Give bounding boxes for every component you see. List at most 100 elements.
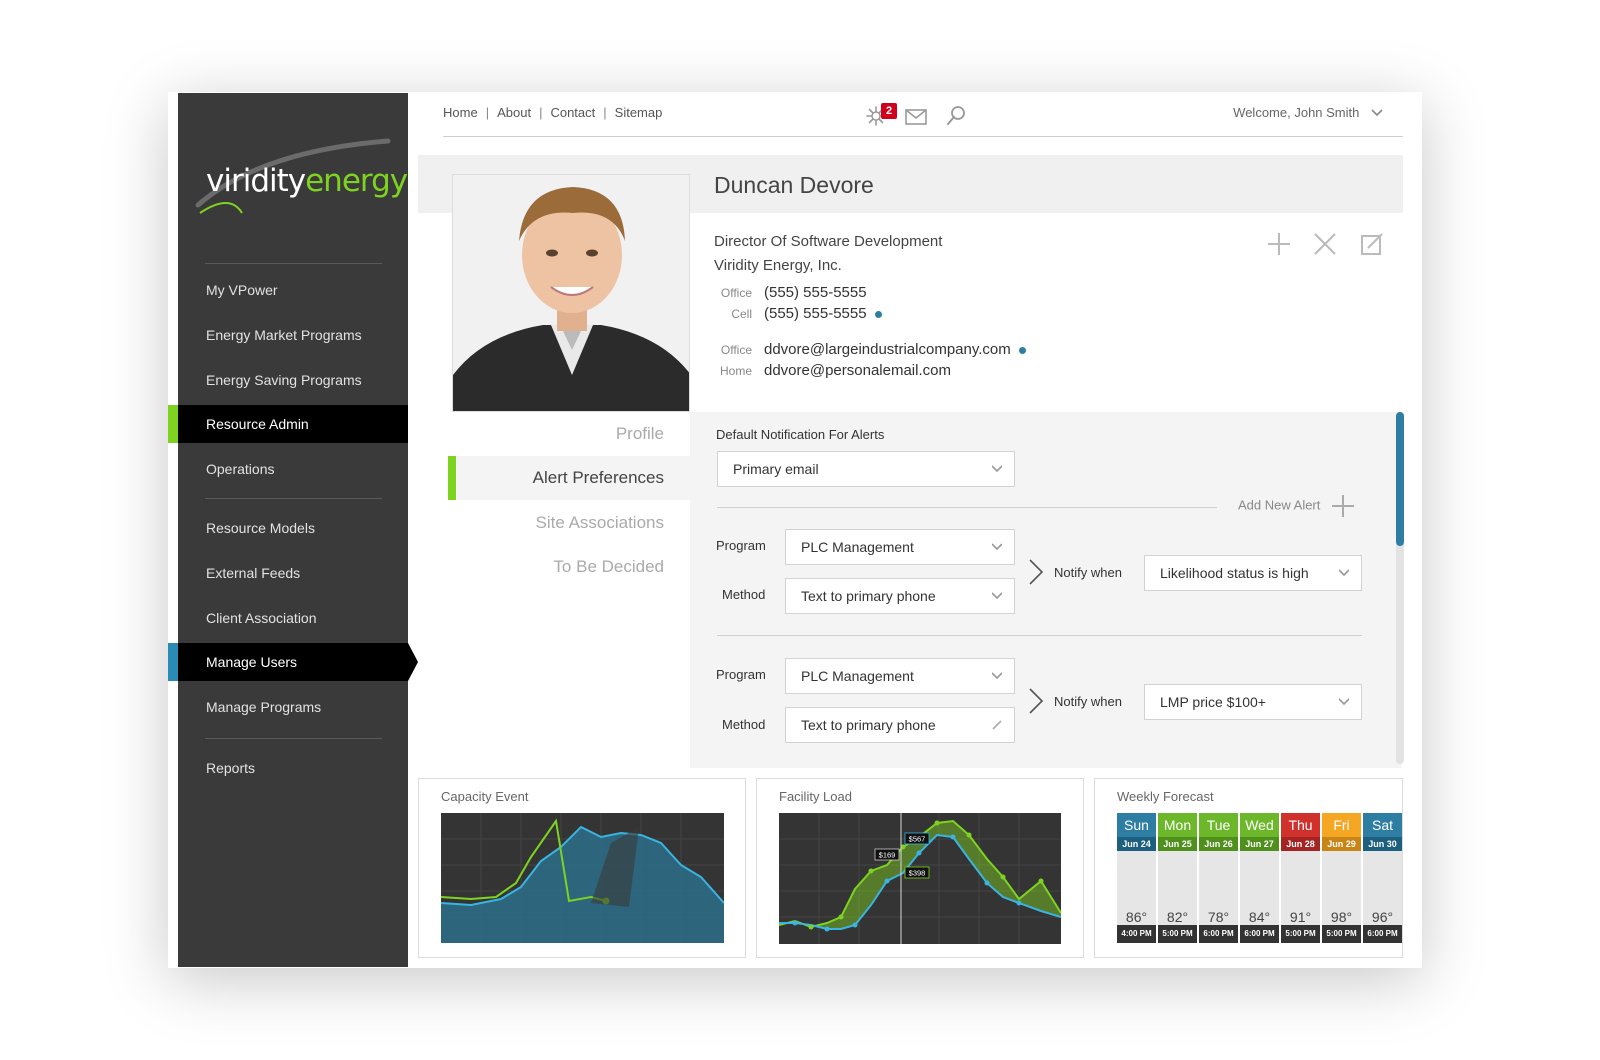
add-icon	[1332, 495, 1354, 517]
forecast-time: 4:00 PM	[1117, 925, 1156, 943]
select-value: PLC Management	[801, 668, 914, 684]
nav-link-sitemap[interactable]: Sitemap	[615, 105, 663, 120]
forecast-day[interactable]: Thu Jun 28 91° 5:00 PM	[1281, 813, 1320, 943]
user-menu[interactable]: Welcome, John Smith	[1233, 105, 1383, 120]
program-select[interactable]: PLC Management	[785, 529, 1015, 565]
sidebar-item-manage-users[interactable]: Manage Users	[168, 643, 418, 681]
phone-office: Office (555) 555-5555	[714, 284, 867, 301]
capacity-chart-svg	[441, 813, 724, 943]
divider	[717, 507, 1217, 508]
active-tab-marker	[448, 456, 456, 500]
nav-link-home[interactable]: Home	[443, 105, 478, 120]
profile-name: Duncan Devore	[714, 172, 874, 198]
email-value[interactable]: ddvore@personalemail.com	[764, 362, 951, 379]
notify-when-select[interactable]: LMP price $100+	[1144, 684, 1362, 720]
forecast-time: 6:00 PM	[1240, 925, 1279, 943]
sidebar-item-label: Resource Admin	[206, 416, 309, 432]
sidebar-item-label: Energy Saving Programs	[206, 372, 362, 388]
sidebar-item-client-association[interactable]: Client Association	[178, 599, 408, 637]
forecast-temp: 82°	[1166, 909, 1189, 925]
sidebar-item-resource-models[interactable]: Resource Models	[178, 509, 408, 547]
forecast-time: 6:00 PM	[1199, 925, 1238, 943]
forecast-temp: 84°	[1248, 909, 1271, 925]
top-nav: Home | About | Contact | Sitemap	[443, 105, 663, 120]
forecast-day[interactable]: Sat Jun 30 96° 6:00 PM	[1363, 813, 1402, 943]
edit-button[interactable]	[1360, 232, 1384, 256]
add-button[interactable]	[1267, 232, 1291, 256]
nav-link-contact[interactable]: Contact	[550, 105, 595, 120]
forecast-temp: 96°	[1371, 909, 1394, 925]
sidebar-item-my-vpower[interactable]: My VPower	[178, 271, 408, 309]
forecast-day[interactable]: Mon Jun 25 82° 5:00 PM	[1158, 813, 1197, 943]
method-label: Method	[722, 717, 766, 732]
facility-chart-svg: $169 $567 $398	[779, 813, 1061, 944]
edit-icon	[1361, 233, 1383, 255]
method-select[interactable]: Text to primary phone	[785, 578, 1015, 614]
forecast-day-name: Wed	[1240, 813, 1279, 837]
forecast-day[interactable]: Fri Jun 29 98° 5:00 PM	[1322, 813, 1361, 943]
forecast-day[interactable]: Wed Jun 27 84° 6:00 PM	[1240, 813, 1279, 943]
email-value[interactable]: ddvore@largeindustrialcompany.com	[764, 341, 1011, 358]
sidebar-item-resource-admin[interactable]: Resource Admin	[168, 405, 408, 443]
forecast-temp: 98°	[1330, 909, 1353, 925]
widget-title: Weekly Forecast	[1117, 789, 1214, 804]
job-title: Director Of Software Development	[714, 233, 943, 250]
tab-label: Site Associations	[535, 513, 664, 532]
select-value: PLC Management	[801, 539, 914, 555]
sidebar-item-label: Resource Models	[206, 520, 315, 536]
forecast-date: Jun 25	[1158, 837, 1197, 851]
facility-load-chart[interactable]: $169 $567 $398	[779, 813, 1061, 944]
tab-profile[interactable]: Profile	[448, 412, 690, 456]
tab-site-associations[interactable]: Site Associations	[448, 501, 690, 545]
scrollbar-thumb[interactable]	[1396, 412, 1404, 546]
forecast-date: Jun 27	[1240, 837, 1279, 851]
logo-text-white: viridity	[206, 163, 306, 199]
method-select[interactable]: Text to primary phone	[785, 707, 1015, 743]
tab-label: Profile	[615, 424, 664, 443]
forecast-date: Jun 30	[1363, 837, 1402, 851]
default-notification-select[interactable]: Primary email	[717, 451, 1015, 487]
panel-scrollbar[interactable]	[1396, 412, 1404, 764]
notify-when-label: Notify when	[1054, 565, 1122, 580]
notify-when-select[interactable]: Likelihood status is high	[1144, 555, 1362, 591]
chevron-down-icon	[1371, 109, 1383, 117]
notification-button[interactable]: 2	[863, 103, 897, 129]
select-value: LMP price $100+	[1160, 694, 1266, 710]
sidebar-item-label: My VPower	[206, 282, 278, 298]
sidebar-divider	[205, 498, 382, 499]
tab-to-be-decided[interactable]: To Be Decided	[448, 545, 690, 589]
program-select[interactable]: PLC Management	[785, 658, 1015, 694]
facility-tag-3: $398	[909, 869, 926, 878]
sidebar-item-label: External Feeds	[206, 565, 301, 581]
delete-button[interactable]	[1313, 232, 1337, 256]
widget-title: Capacity Event	[441, 789, 529, 804]
forecast-day-name: Sun	[1117, 813, 1156, 837]
sidebar-item-energy-saving-programs[interactable]: Energy Saving Programs	[178, 361, 408, 399]
nav-link-about[interactable]: About	[497, 105, 531, 120]
sidebar-item-reports[interactable]: Reports	[178, 749, 408, 787]
forecast-day[interactable]: Tue Jun 26 78° 6:00 PM	[1199, 813, 1238, 943]
email-home: Home ddvore@personalemail.com	[714, 362, 951, 379]
forecast-temp: 91°	[1289, 909, 1312, 925]
sidebar-item-external-feeds[interactable]: External Feeds	[178, 554, 408, 592]
sidebar-item-operations[interactable]: Operations	[178, 450, 408, 488]
close-icon	[1314, 233, 1336, 255]
select-value: Text to primary phone	[801, 588, 936, 604]
capacity-event-widget: Capacity Event	[418, 778, 746, 958]
sidebar-item-manage-programs[interactable]: Manage Programs	[178, 688, 408, 726]
facility-tag-1: $169	[879, 851, 896, 860]
tab-alert-preferences[interactable]: Alert Preferences	[448, 456, 690, 500]
forecast-day[interactable]: Sun Jun 24 86° 4:00 PM	[1117, 813, 1156, 943]
search-button[interactable]	[943, 103, 969, 129]
chevron-right-icon	[1029, 688, 1044, 714]
mail-icon	[905, 109, 927, 125]
capacity-event-chart[interactable]	[441, 813, 724, 943]
chevron-down-icon	[1339, 698, 1349, 706]
sidebar-item-energy-market-programs[interactable]: Energy Market Programs	[178, 316, 408, 354]
company-name: Viridity Energy, Inc.	[714, 257, 842, 274]
add-new-alert-button[interactable]: Add New Alert	[1238, 495, 1354, 517]
logo: viridityenergy	[190, 133, 408, 233]
mail-button[interactable]	[903, 103, 929, 129]
default-notification-label: Default Notification For Alerts	[716, 427, 885, 442]
add-icon	[1268, 233, 1290, 255]
